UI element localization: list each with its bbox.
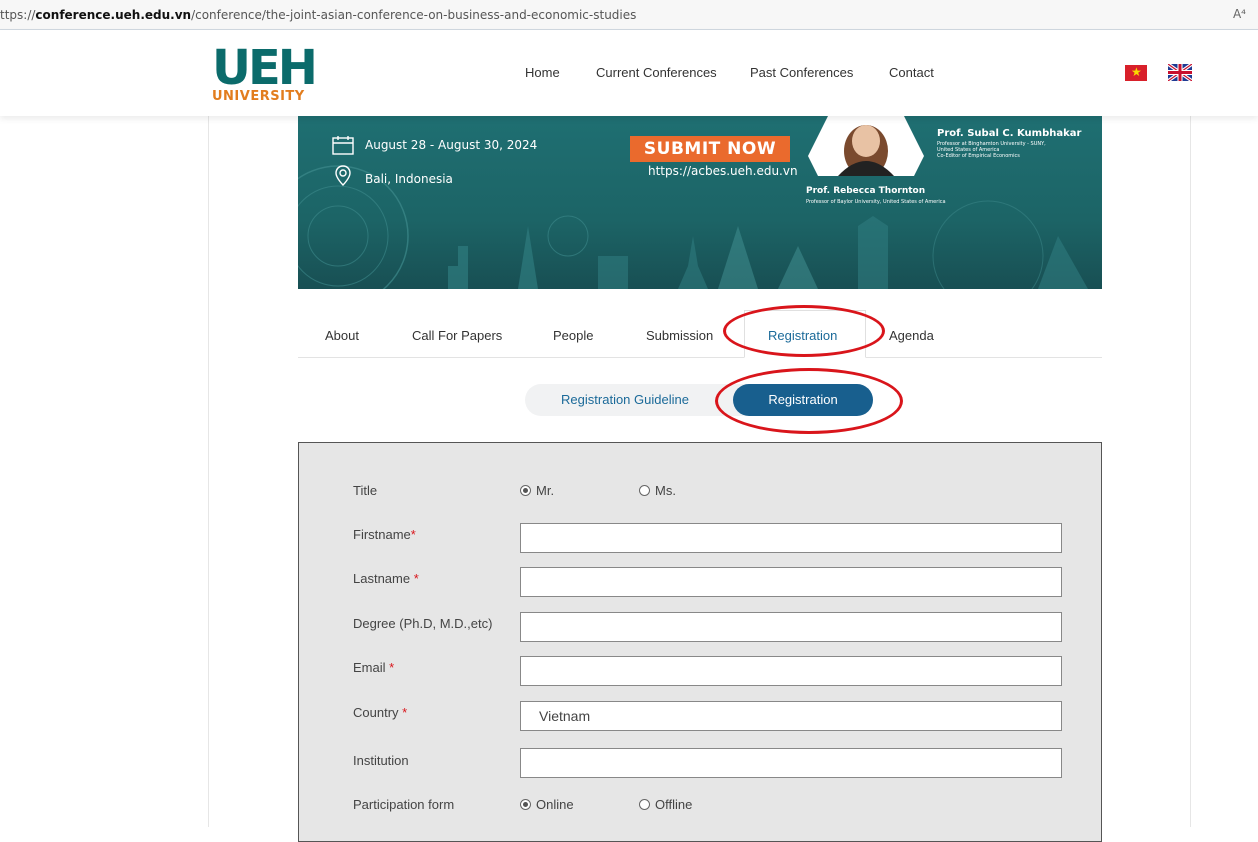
- nav-home[interactable]: Home: [525, 65, 560, 80]
- participation-radio-online[interactable]: Online: [520, 797, 574, 812]
- nav-contact[interactable]: Contact: [889, 65, 934, 80]
- required-mark: *: [402, 705, 408, 720]
- tab-call-for-papers[interactable]: Call For Papers: [412, 328, 502, 343]
- degree-input[interactable]: [520, 612, 1062, 642]
- participation-option-offline-label: Offline: [655, 797, 693, 812]
- lastname-label-text: Lastname: [353, 571, 411, 586]
- url-host: conference.ueh.edu.vn: [35, 8, 192, 22]
- participation-label: Participation form: [353, 797, 455, 812]
- country-label-text: Country: [353, 705, 399, 720]
- speaker2-name: Prof. Rebecca Thornton: [806, 186, 926, 196]
- read-aloud-icon[interactable]: A⁴: [1233, 7, 1246, 21]
- title-label: Title: [353, 483, 378, 498]
- title-option-mr-label: Mr.: [536, 483, 555, 498]
- banner-location: Bali, Indonesia: [365, 172, 453, 186]
- banner-website: https://acbes.ueh.edu.vn: [648, 164, 798, 178]
- institution-label: Institution: [353, 753, 409, 768]
- nav-current-conferences[interactable]: Current Conferences: [596, 65, 717, 80]
- browser-address-bar[interactable]: ttps://conference.ueh.edu.vn/conference/…: [0, 0, 1258, 30]
- title-radio-mr[interactable]: Mr.: [520, 483, 554, 498]
- title-radio-ms[interactable]: Ms.: [639, 483, 676, 498]
- degree-label: Degree (Ph.D, M.D.,etc): [353, 616, 493, 631]
- country-label: Country *: [353, 705, 407, 720]
- conference-tabs: About Call For Papers People Submission …: [298, 310, 1102, 358]
- institution-input[interactable]: [520, 748, 1062, 778]
- lastname-label: Lastname *: [353, 571, 419, 586]
- tab-submission[interactable]: Submission: [646, 328, 713, 343]
- firstname-label: Firstname*: [353, 527, 416, 542]
- email-input[interactable]: [520, 656, 1062, 686]
- registration-subtabs: Registration Guideline Registration: [525, 384, 873, 416]
- subtab-registration[interactable]: Registration: [733, 384, 873, 416]
- country-select[interactable]: Vietnam: [520, 701, 1062, 731]
- participation-option-online-label: Online: [536, 797, 574, 812]
- site-header: UEH UNIVERSITY Home Current Conferences …: [0, 30, 1258, 116]
- calendar-icon: [332, 136, 354, 155]
- logo-main-text: UEH: [212, 40, 318, 96]
- email-label: Email *: [353, 660, 394, 675]
- required-mark: *: [413, 571, 419, 586]
- uk-flag-icon[interactable]: [1168, 64, 1192, 81]
- radio-selected-icon: [520, 799, 531, 810]
- tab-people[interactable]: People: [553, 328, 593, 343]
- tab-agenda[interactable]: Agenda: [889, 328, 934, 343]
- firstname-input[interactable]: [520, 523, 1062, 553]
- required-mark: *: [410, 527, 416, 542]
- url-path: /conference/the-joint-asian-conference-o…: [191, 8, 637, 22]
- tab-registration[interactable]: Registration: [768, 328, 837, 343]
- subtab-registration-guideline[interactable]: Registration Guideline: [525, 384, 725, 416]
- banner-date: August 28 - August 30, 2024: [365, 138, 538, 152]
- firstname-label-text: Firstname: [353, 527, 411, 542]
- location-pin-icon: [335, 165, 351, 186]
- submit-now-button[interactable]: SUBMIT NOW: [630, 136, 790, 162]
- title-option-ms-label: Ms.: [655, 483, 676, 498]
- required-mark: *: [389, 660, 395, 675]
- ueh-logo[interactable]: UEH UNIVERSITY: [212, 40, 322, 106]
- speaker1-desc-3: Co-Editor of Empirical Economics: [937, 153, 1020, 159]
- nav-past-conferences[interactable]: Past Conferences: [750, 65, 853, 80]
- email-label-text: Email: [353, 660, 386, 675]
- speaker2-desc: Professor of Baylor University, United S…: [806, 199, 946, 205]
- speaker-photo-frame: [808, 116, 924, 176]
- url-scheme: ttps://: [0, 8, 36, 22]
- conference-banner: August 28 - August 30, 2024 Bali, Indone…: [298, 116, 1102, 289]
- vietnam-flag-icon[interactable]: ★: [1125, 65, 1147, 81]
- url-text[interactable]: ttps://conference.ueh.edu.vn/conference/…: [0, 8, 636, 22]
- tab-about[interactable]: About: [325, 328, 359, 343]
- radio-selected-icon: [520, 485, 531, 496]
- participation-radio-offline[interactable]: Offline: [639, 797, 692, 812]
- radio-unselected-icon: [639, 799, 650, 810]
- registration-form: Title Mr. Ms. Firstname* Lastname * Degr…: [298, 442, 1102, 842]
- radio-unselected-icon: [639, 485, 650, 496]
- speaker1-name: Prof. Subal C. Kumbhakar: [937, 128, 1082, 139]
- lastname-input[interactable]: [520, 567, 1062, 597]
